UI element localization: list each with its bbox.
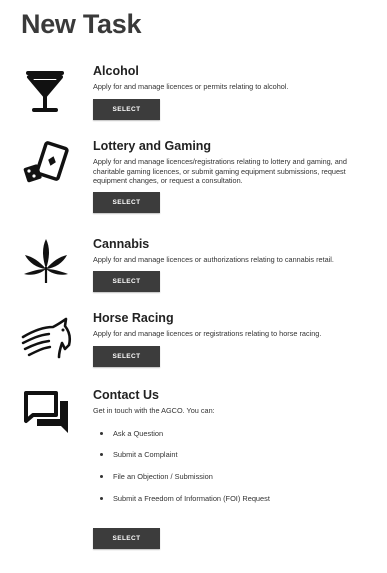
task-description: Get in touch with the AGCO. You can: xyxy=(93,406,215,415)
task-content: Alcohol Apply for and manage licences or… xyxy=(93,64,378,120)
task-title: Lottery and Gaming xyxy=(93,139,212,153)
playing-cards-dice-icon xyxy=(19,141,73,191)
select-contact-us-button[interactable]: SELECT xyxy=(93,527,160,549)
page-title: New Task xyxy=(21,9,142,39)
task-title: Contact Us xyxy=(93,388,159,402)
task-title: Horse Racing xyxy=(93,311,174,325)
list-item: File an Objection / Submission xyxy=(93,472,378,494)
task-description: Apply for and manage licences/registrati… xyxy=(93,157,347,186)
list-item: Submit a Complaint xyxy=(93,450,378,472)
task-description: Apply for and manage licences or authori… xyxy=(93,255,334,264)
contact-options-list: Ask a Question Submit a Complaint File a… xyxy=(93,429,378,516)
task-description: Apply for and manage licences or registr… xyxy=(93,329,322,338)
task-content: Cannabis Apply for and manage licences o… xyxy=(93,237,378,292)
select-alcohol-button[interactable]: SELECT xyxy=(93,98,160,120)
cannabis-leaf-icon xyxy=(19,237,73,287)
horse-head-icon xyxy=(19,315,73,365)
task-title: Alcohol xyxy=(93,64,139,78)
task-content: Horse Racing Apply for and manage licenc… xyxy=(93,311,378,367)
chat-bubbles-icon xyxy=(19,388,73,438)
list-item: Submit a Freedom of Information (FOI) Re… xyxy=(93,494,378,516)
task-title: Cannabis xyxy=(93,237,150,251)
select-lottery-and-gaming-button[interactable]: SELECT xyxy=(93,191,160,213)
select-horse-racing-button[interactable]: SELECT xyxy=(93,345,160,367)
task-content: Contact Us Get in touch with the AGCO. Y… xyxy=(93,388,378,549)
task-description: Apply for and manage licences or permits… xyxy=(93,82,289,91)
list-item: Ask a Question xyxy=(93,429,378,451)
cocktail-glass-icon xyxy=(19,67,73,117)
task-content: Lottery and Gaming Apply for and manage … xyxy=(93,139,378,213)
select-cannabis-button[interactable]: SELECT xyxy=(93,270,160,292)
